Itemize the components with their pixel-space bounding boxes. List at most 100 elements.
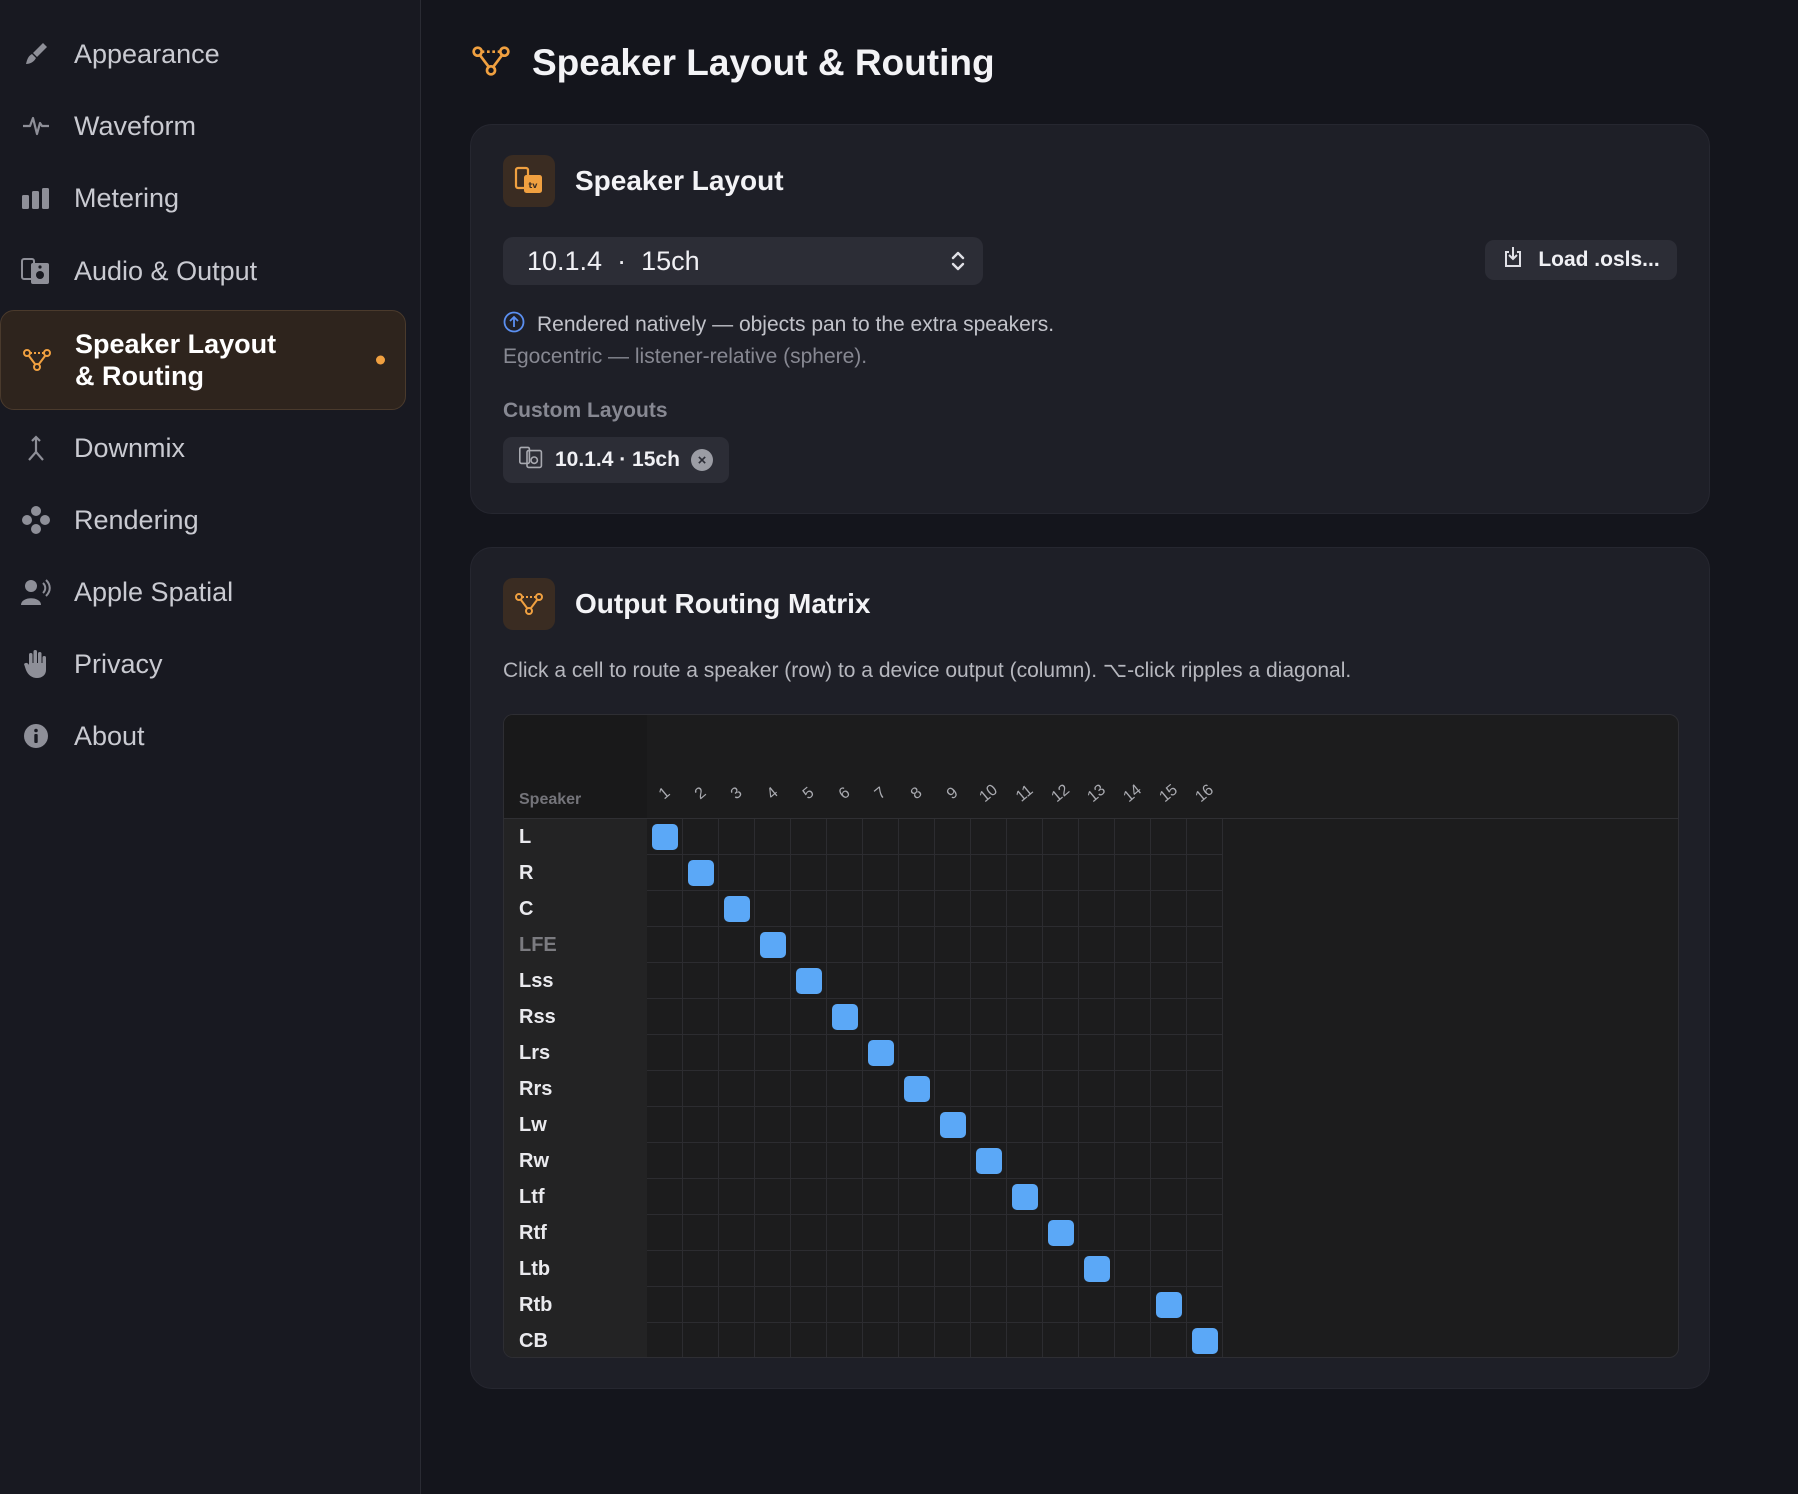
routing-cell[interactable]	[1007, 1215, 1043, 1251]
routing-cell[interactable]	[899, 963, 935, 999]
routing-cell[interactable]	[1151, 1179, 1187, 1215]
routing-cell[interactable]	[719, 1179, 755, 1215]
routing-cell[interactable]	[1043, 819, 1079, 855]
sidebar-item-waveform[interactable]: Waveform	[0, 90, 406, 162]
routing-cell[interactable]	[863, 1215, 899, 1251]
sidebar-item-about[interactable]: About	[0, 700, 406, 772]
routing-cell[interactable]	[791, 1287, 827, 1323]
layout-select[interactable]: 10.1.4 · 15ch	[503, 237, 983, 285]
routing-cell[interactable]	[1151, 891, 1187, 927]
routing-cell[interactable]	[827, 1071, 863, 1107]
routing-cell[interactable]	[899, 891, 935, 927]
routing-cell-active[interactable]	[791, 963, 827, 999]
routing-cell[interactable]	[863, 855, 899, 891]
routing-cell[interactable]	[935, 1323, 971, 1357]
routing-cell[interactable]	[791, 1035, 827, 1071]
routing-cell[interactable]	[1151, 1143, 1187, 1179]
routing-cell[interactable]	[863, 1323, 899, 1357]
routing-cell[interactable]	[791, 999, 827, 1035]
routing-cell[interactable]	[683, 1287, 719, 1323]
routing-cell[interactable]	[899, 819, 935, 855]
routing-cell[interactable]	[1115, 1323, 1151, 1357]
routing-cell[interactable]	[971, 1251, 1007, 1287]
routing-cell[interactable]	[719, 819, 755, 855]
routing-cell[interactable]	[1151, 1071, 1187, 1107]
routing-cell[interactable]	[863, 1071, 899, 1107]
routing-cell[interactable]	[863, 999, 899, 1035]
routing-cell[interactable]	[899, 1107, 935, 1143]
routing-cell[interactable]	[899, 1251, 935, 1287]
sidebar-item-speaker-layout-routing[interactable]: Speaker Layout & Routing	[0, 310, 406, 410]
routing-cell[interactable]	[755, 819, 791, 855]
routing-cell[interactable]	[683, 819, 719, 855]
routing-cell[interactable]	[683, 1323, 719, 1357]
routing-cell[interactable]	[1187, 819, 1223, 855]
routing-cell[interactable]	[1079, 927, 1115, 963]
routing-cell[interactable]	[647, 999, 683, 1035]
remove-chip-icon[interactable]: ×	[691, 449, 713, 471]
routing-cell[interactable]	[1079, 1107, 1115, 1143]
sidebar-item-downmix[interactable]: Downmix	[0, 412, 406, 484]
routing-cell[interactable]	[827, 1143, 863, 1179]
routing-cell[interactable]	[863, 819, 899, 855]
routing-cell[interactable]	[755, 963, 791, 999]
routing-cell[interactable]	[1187, 1035, 1223, 1071]
routing-cell[interactable]	[1079, 1071, 1115, 1107]
routing-cell[interactable]	[647, 1143, 683, 1179]
routing-cell[interactable]	[755, 999, 791, 1035]
sidebar-item-metering[interactable]: Metering	[0, 162, 406, 234]
routing-cell[interactable]	[827, 1287, 863, 1323]
routing-cell[interactable]	[935, 963, 971, 999]
routing-cell[interactable]	[1079, 963, 1115, 999]
routing-cell-active[interactable]	[1187, 1323, 1223, 1357]
routing-cell[interactable]	[719, 855, 755, 891]
routing-cell[interactable]	[827, 963, 863, 999]
sidebar-item-apple-spatial[interactable]: Apple Spatial	[0, 556, 406, 628]
routing-cell[interactable]	[935, 1215, 971, 1251]
routing-cell[interactable]	[827, 927, 863, 963]
routing-cell[interactable]	[971, 999, 1007, 1035]
sidebar-item-privacy[interactable]: Privacy	[0, 628, 406, 700]
routing-cell[interactable]	[971, 927, 1007, 963]
routing-cell[interactable]	[827, 819, 863, 855]
routing-cell[interactable]	[1115, 1251, 1151, 1287]
routing-cell[interactable]	[1151, 1323, 1187, 1357]
routing-cell[interactable]	[1007, 1107, 1043, 1143]
routing-cell[interactable]	[755, 1071, 791, 1107]
routing-cell[interactable]	[1115, 855, 1151, 891]
routing-cell[interactable]	[755, 1251, 791, 1287]
routing-cell[interactable]	[1187, 1179, 1223, 1215]
routing-cell[interactable]	[647, 963, 683, 999]
routing-cell[interactable]	[899, 1179, 935, 1215]
routing-cell-active[interactable]	[827, 999, 863, 1035]
routing-cell[interactable]	[683, 999, 719, 1035]
routing-cell[interactable]	[1043, 1251, 1079, 1287]
routing-cell[interactable]	[1007, 927, 1043, 963]
routing-cell[interactable]	[935, 855, 971, 891]
routing-cell[interactable]	[647, 927, 683, 963]
routing-cell[interactable]	[647, 1107, 683, 1143]
routing-cell[interactable]	[755, 1107, 791, 1143]
routing-cell[interactable]	[935, 819, 971, 855]
routing-cell[interactable]	[1115, 963, 1151, 999]
routing-cell[interactable]	[1115, 1035, 1151, 1071]
routing-cell[interactable]	[935, 1287, 971, 1323]
routing-cell[interactable]	[791, 891, 827, 927]
routing-cell[interactable]	[863, 927, 899, 963]
routing-cell[interactable]	[719, 1035, 755, 1071]
routing-cell[interactable]	[1043, 927, 1079, 963]
routing-cell[interactable]	[1151, 927, 1187, 963]
routing-cell[interactable]	[683, 963, 719, 999]
routing-cell[interactable]	[683, 1179, 719, 1215]
routing-cell[interactable]	[719, 963, 755, 999]
routing-cell[interactable]	[1187, 1107, 1223, 1143]
routing-cell[interactable]	[647, 1251, 683, 1287]
routing-cell[interactable]	[791, 1323, 827, 1357]
routing-cell[interactable]	[899, 1143, 935, 1179]
routing-cell[interactable]	[935, 999, 971, 1035]
routing-cell[interactable]	[791, 855, 827, 891]
routing-cell[interactable]	[1079, 891, 1115, 927]
routing-cell[interactable]	[1079, 1179, 1115, 1215]
routing-cell[interactable]	[719, 1287, 755, 1323]
routing-cell[interactable]	[647, 1035, 683, 1071]
